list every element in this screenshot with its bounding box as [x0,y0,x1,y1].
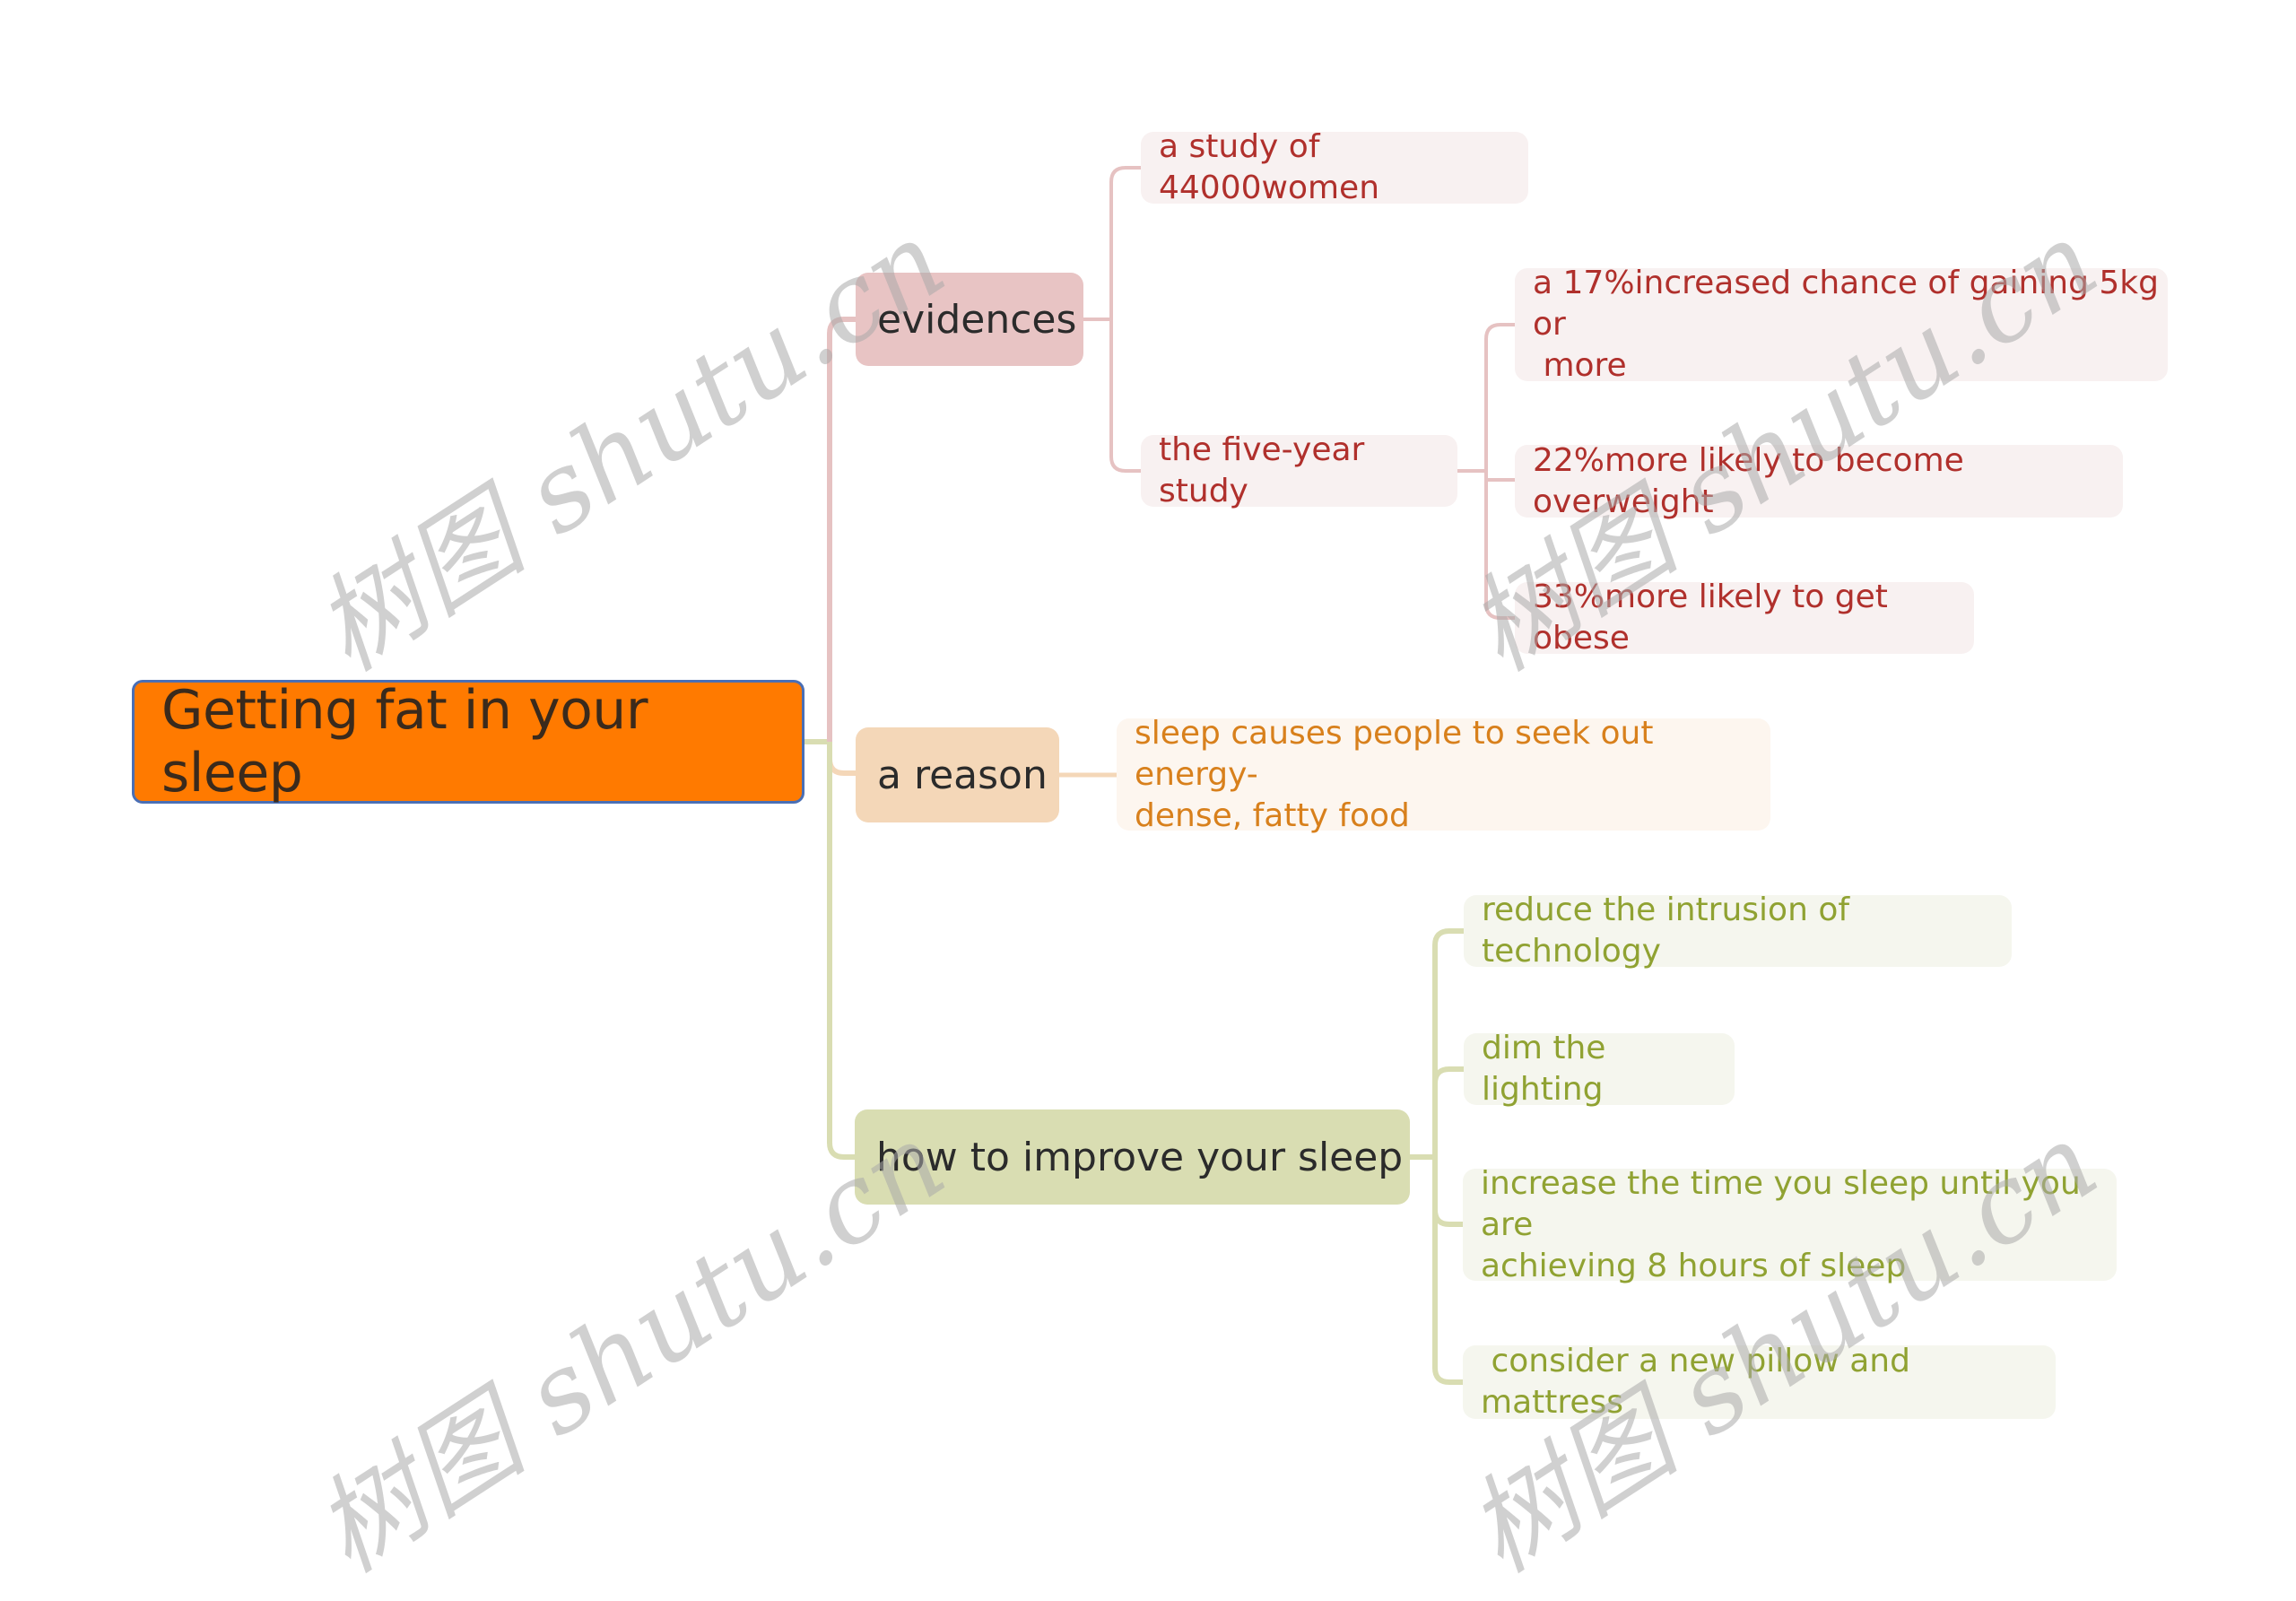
subtopic-new-pillow-mattress[interactable]: consider a new pillow and mattress [1463,1343,2056,1421]
root-topic-label: Getting fat in your sleep [161,679,665,805]
subtopic-label: increase the time you sleep until you ar… [1481,1164,2081,1284]
connector-dim [1432,1066,1464,1157]
topic-a-reason-label: a reason [877,752,1048,798]
connector-33pct [1484,480,1515,620]
connector-reason [827,742,856,776]
topic-evidences-label: evidences [877,296,1077,343]
connector-17pct [1484,323,1515,480]
subtopic-study-44000-women[interactable]: a study of 44000women [1141,128,1528,206]
topic-improve-label: how to improve your sleep [876,1134,1404,1180]
subtopic-label: 22%more likely to become overweight [1533,441,1975,520]
connector-improve [827,742,855,1160]
mind-map-canvas: Getting fat in your sleep evidences a st… [0,0,2296,1597]
connector-consider [1432,1157,1463,1385]
subtopic-increase-sleep-time[interactable]: increase the time you sleep until you ar… [1463,1165,2117,1284]
subtopic-label: dim the lighting [1482,1030,1616,1108]
subtopic-17pct-increased-chance[interactable]: a 17%increased chance of gaining 5kg or … [1515,265,2168,384]
subtopic-label: sleep causes people to seek out energy- … [1135,714,1654,834]
root-topic[interactable]: Getting fat in your sleep [132,679,804,805]
subtopic-five-year-study[interactable]: the five-year study [1141,431,1457,509]
subtopic-label: a study of 44000women [1159,128,1380,206]
subtopic-label: reduce the intrusion of technology [1482,892,1860,970]
topic-evidences[interactable]: evidences [856,273,1083,366]
subtopic-label: 33%more likely to get obese [1533,579,1899,657]
topic-a-reason[interactable]: a reason [856,727,1059,822]
subtopic-22pct-overweight[interactable]: 22%more likely to become overweight [1515,442,2123,520]
subtopic-label: a 17%increased chance of gaining 5kg or … [1533,265,2160,384]
subtopic-label: the five-year study [1159,431,1375,509]
subtopic-dim-lighting[interactable]: dim the lighting [1464,1030,1735,1108]
subtopic-reduce-technology[interactable]: reduce the intrusion of technology [1464,892,2012,970]
connector-evidences [827,317,856,742]
connector-increase [1432,1157,1463,1227]
connector-five-year [1109,319,1141,473]
connector-reduce [1432,928,1464,1157]
subtopic-energy-dense-food[interactable]: sleep causes people to seek out energy- … [1117,715,1770,834]
topic-how-to-improve-sleep[interactable]: how to improve your sleep [855,1109,1410,1205]
subtopic-33pct-obese[interactable]: 33%more likely to get obese [1515,579,1974,657]
connector-study [1109,166,1141,319]
subtopic-label: consider a new pillow and mattress [1481,1343,1921,1421]
